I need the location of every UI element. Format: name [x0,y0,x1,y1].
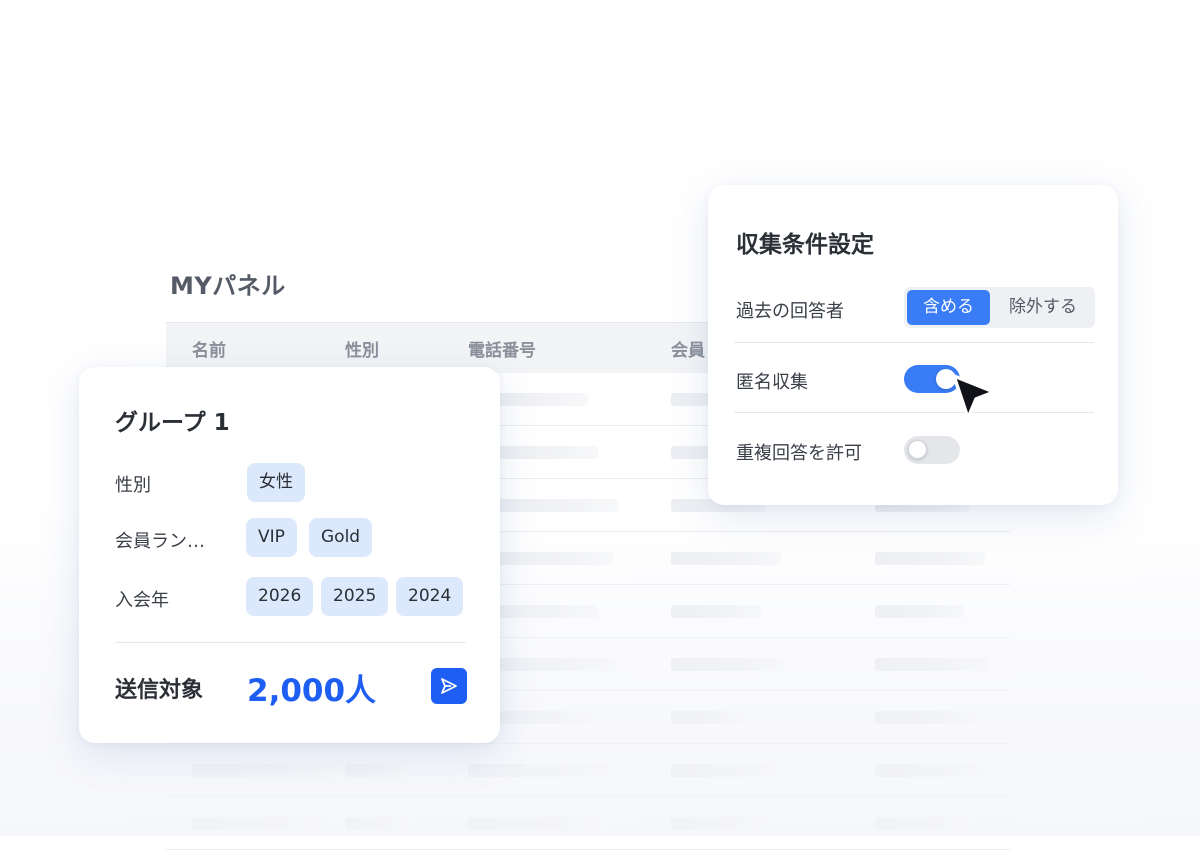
column-member: 会員 [671,340,705,361]
past-respondents-label: 過去の回答者 [736,301,844,322]
skeleton-bar [671,552,781,565]
field-label-gender: 性別 [115,475,151,496]
past-respondents-segmented: 含める 除外する [904,287,1095,328]
skeleton-bar [671,764,781,777]
chip-female[interactable]: 女性 [247,463,305,502]
toggle-knob [908,440,927,459]
skeleton-bar [875,552,985,565]
skeleton-bar [875,711,980,724]
skeleton-bar [345,764,405,777]
field-label-member-rank: 会員ラン… [115,531,205,552]
exclude-option[interactable]: 除外する [994,290,1092,325]
chip-vip[interactable]: VIP [246,518,297,557]
group-divider [115,642,466,643]
skeleton-bar [875,764,985,777]
skeleton-bar [875,817,975,830]
skeleton-bar [671,658,786,671]
group-title: グループ 1 [115,410,230,436]
chip-2026[interactable]: 2026 [246,577,314,616]
table-row [166,744,1010,797]
send-icon [441,678,457,694]
settings-divider [734,412,1094,413]
skeleton-bar [875,605,965,618]
skeleton-bar [671,711,746,724]
skeleton-bar [192,817,332,830]
chip-2025[interactable]: 2025 [321,577,389,616]
column-name: 名前 [192,340,226,361]
settings-divider [734,342,1094,343]
group-card: グループ 1 性別 女性 会員ラン… VIP Gold 入会年 2026 202… [79,367,500,743]
field-label-join-year: 入会年 [115,590,169,611]
skeleton-bar [468,764,618,777]
send-button[interactable] [431,668,467,704]
skeleton-bar [468,817,608,830]
target-count: 2,000人 [247,673,377,709]
chip-gold[interactable]: Gold [309,518,373,557]
skeleton-bar [192,764,342,777]
column-gender: 性別 [345,340,379,361]
chip-2024[interactable]: 2024 [396,577,464,616]
include-option[interactable]: 含める [907,290,990,325]
duplicate-label: 重複回答を許可 [736,443,862,464]
mouse-cursor-icon [952,374,996,420]
skeleton-bar [875,658,990,671]
target-label: 送信対象 [115,678,204,703]
collection-settings-card: 収集条件設定 過去の回答者 含める 除外する 匿名収集 重複回答を許可 [708,185,1118,505]
skeleton-bar [345,817,410,830]
duplicate-toggle[interactable] [904,436,960,464]
column-phone: 電話番号 [468,340,536,361]
anonymous-label: 匿名収集 [736,372,808,393]
skeleton-bar [671,817,771,830]
settings-title: 収集条件設定 [736,232,874,258]
panel-title: MYパネル [170,272,286,300]
table-row [166,797,1010,850]
skeleton-bar [671,605,761,618]
